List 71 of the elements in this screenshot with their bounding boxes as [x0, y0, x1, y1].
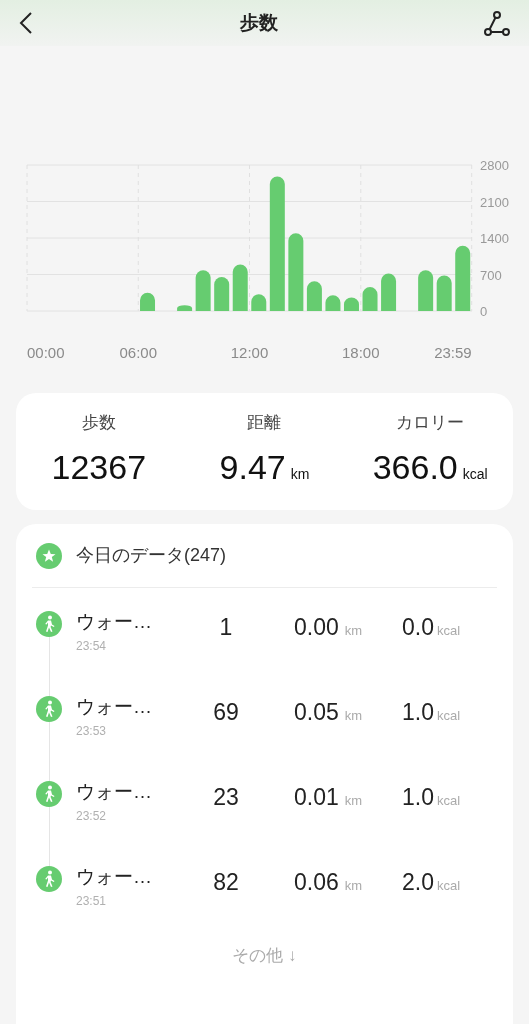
activity-name: ウォー…: [76, 780, 153, 804]
section-title: 今日のデータ(247): [76, 544, 227, 567]
walking-icon: [36, 866, 62, 892]
calorie-unit: kcal: [437, 622, 461, 640]
metric-value: 9.47: [219, 446, 286, 488]
back-icon[interactable]: [18, 11, 34, 35]
metric-value: 12367: [51, 446, 147, 488]
chart-bar: [418, 270, 434, 311]
axis-label: 23:59: [434, 344, 472, 361]
step-count: 23: [212, 783, 240, 812]
activity-name: ウォー…: [76, 695, 153, 719]
step-count: 1: [218, 613, 234, 642]
activity-row[interactable]: ウォー… 23:53 69 0.05 km 1.0 kcal: [32, 693, 497, 778]
axis-label: 2800: [480, 158, 509, 173]
distance-unit: km: [344, 877, 363, 895]
activity-name: ウォー…: [76, 865, 153, 889]
metric-label: 歩数: [81, 412, 116, 435]
distance-unit: km: [344, 792, 363, 810]
distance-value: 0.05: [294, 698, 339, 727]
calorie-value: 2.0: [402, 868, 434, 897]
walking-icon: [36, 696, 62, 722]
axis-label: 0: [480, 304, 488, 319]
activity-time: 23:52: [76, 807, 108, 825]
activity-row[interactable]: ウォー… 23:52 23 0.01 km 1.0 kcal: [32, 778, 497, 863]
chart-bar: [325, 295, 341, 311]
axis-label: 2100: [480, 194, 509, 210]
axis-label: 700: [480, 267, 502, 283]
walking-icon: [36, 611, 62, 637]
metric-unit: kcal: [462, 464, 488, 484]
distance-unit: km: [344, 707, 363, 725]
distance-unit: km: [344, 622, 363, 640]
chart-bar: [455, 245, 471, 311]
chart-bar: [177, 305, 193, 311]
step-count: 82: [212, 868, 240, 897]
chart-bar: [381, 273, 397, 311]
activity-name: ウォー…: [76, 610, 153, 634]
share-icon[interactable]: [483, 10, 511, 36]
chart-bar: [436, 275, 452, 311]
metric-label: 距離: [247, 412, 282, 435]
axis-label: 06:00: [119, 344, 157, 361]
chart-bar: [344, 297, 359, 311]
calorie-value: 1.0: [402, 783, 434, 812]
page-title: 歩数: [239, 10, 278, 35]
step-count: 69: [212, 698, 240, 727]
chart-bar: [362, 287, 378, 311]
metric-value: 366.0: [372, 446, 458, 488]
distance-value: 0.06: [294, 868, 339, 897]
calorie-value: 0.0: [402, 613, 434, 642]
chart-bar: [140, 292, 155, 311]
calorie-unit: kcal: [437, 877, 461, 895]
walking-icon: [36, 781, 62, 807]
axis-label: 1400: [480, 231, 509, 246]
distance-value: 0.00: [294, 613, 339, 642]
axis-label: 18:00: [342, 344, 380, 361]
chart-bar: [214, 277, 230, 311]
metric-label: カロリー: [396, 412, 465, 435]
chart-bar: [251, 294, 267, 311]
calorie-unit: kcal: [437, 792, 461, 810]
calorie-value: 1.0: [402, 698, 434, 727]
distance-value: 0.01: [294, 783, 339, 812]
calorie-unit: kcal: [437, 707, 461, 725]
activity-time: 23:53: [76, 722, 108, 740]
activity-time: 23:51: [76, 892, 108, 910]
chart-bar: [306, 281, 322, 311]
chart-bar: [232, 264, 248, 311]
metric-unit: km: [290, 464, 310, 484]
activity-row[interactable]: ウォー… 23:54 1 0.00 km 0.0 kcal: [32, 608, 497, 693]
chart-bar: [195, 270, 211, 311]
axis-label: 12:00: [230, 344, 269, 361]
activity-time: 23:54: [76, 637, 108, 655]
axis-label: 00:00: [27, 344, 65, 361]
